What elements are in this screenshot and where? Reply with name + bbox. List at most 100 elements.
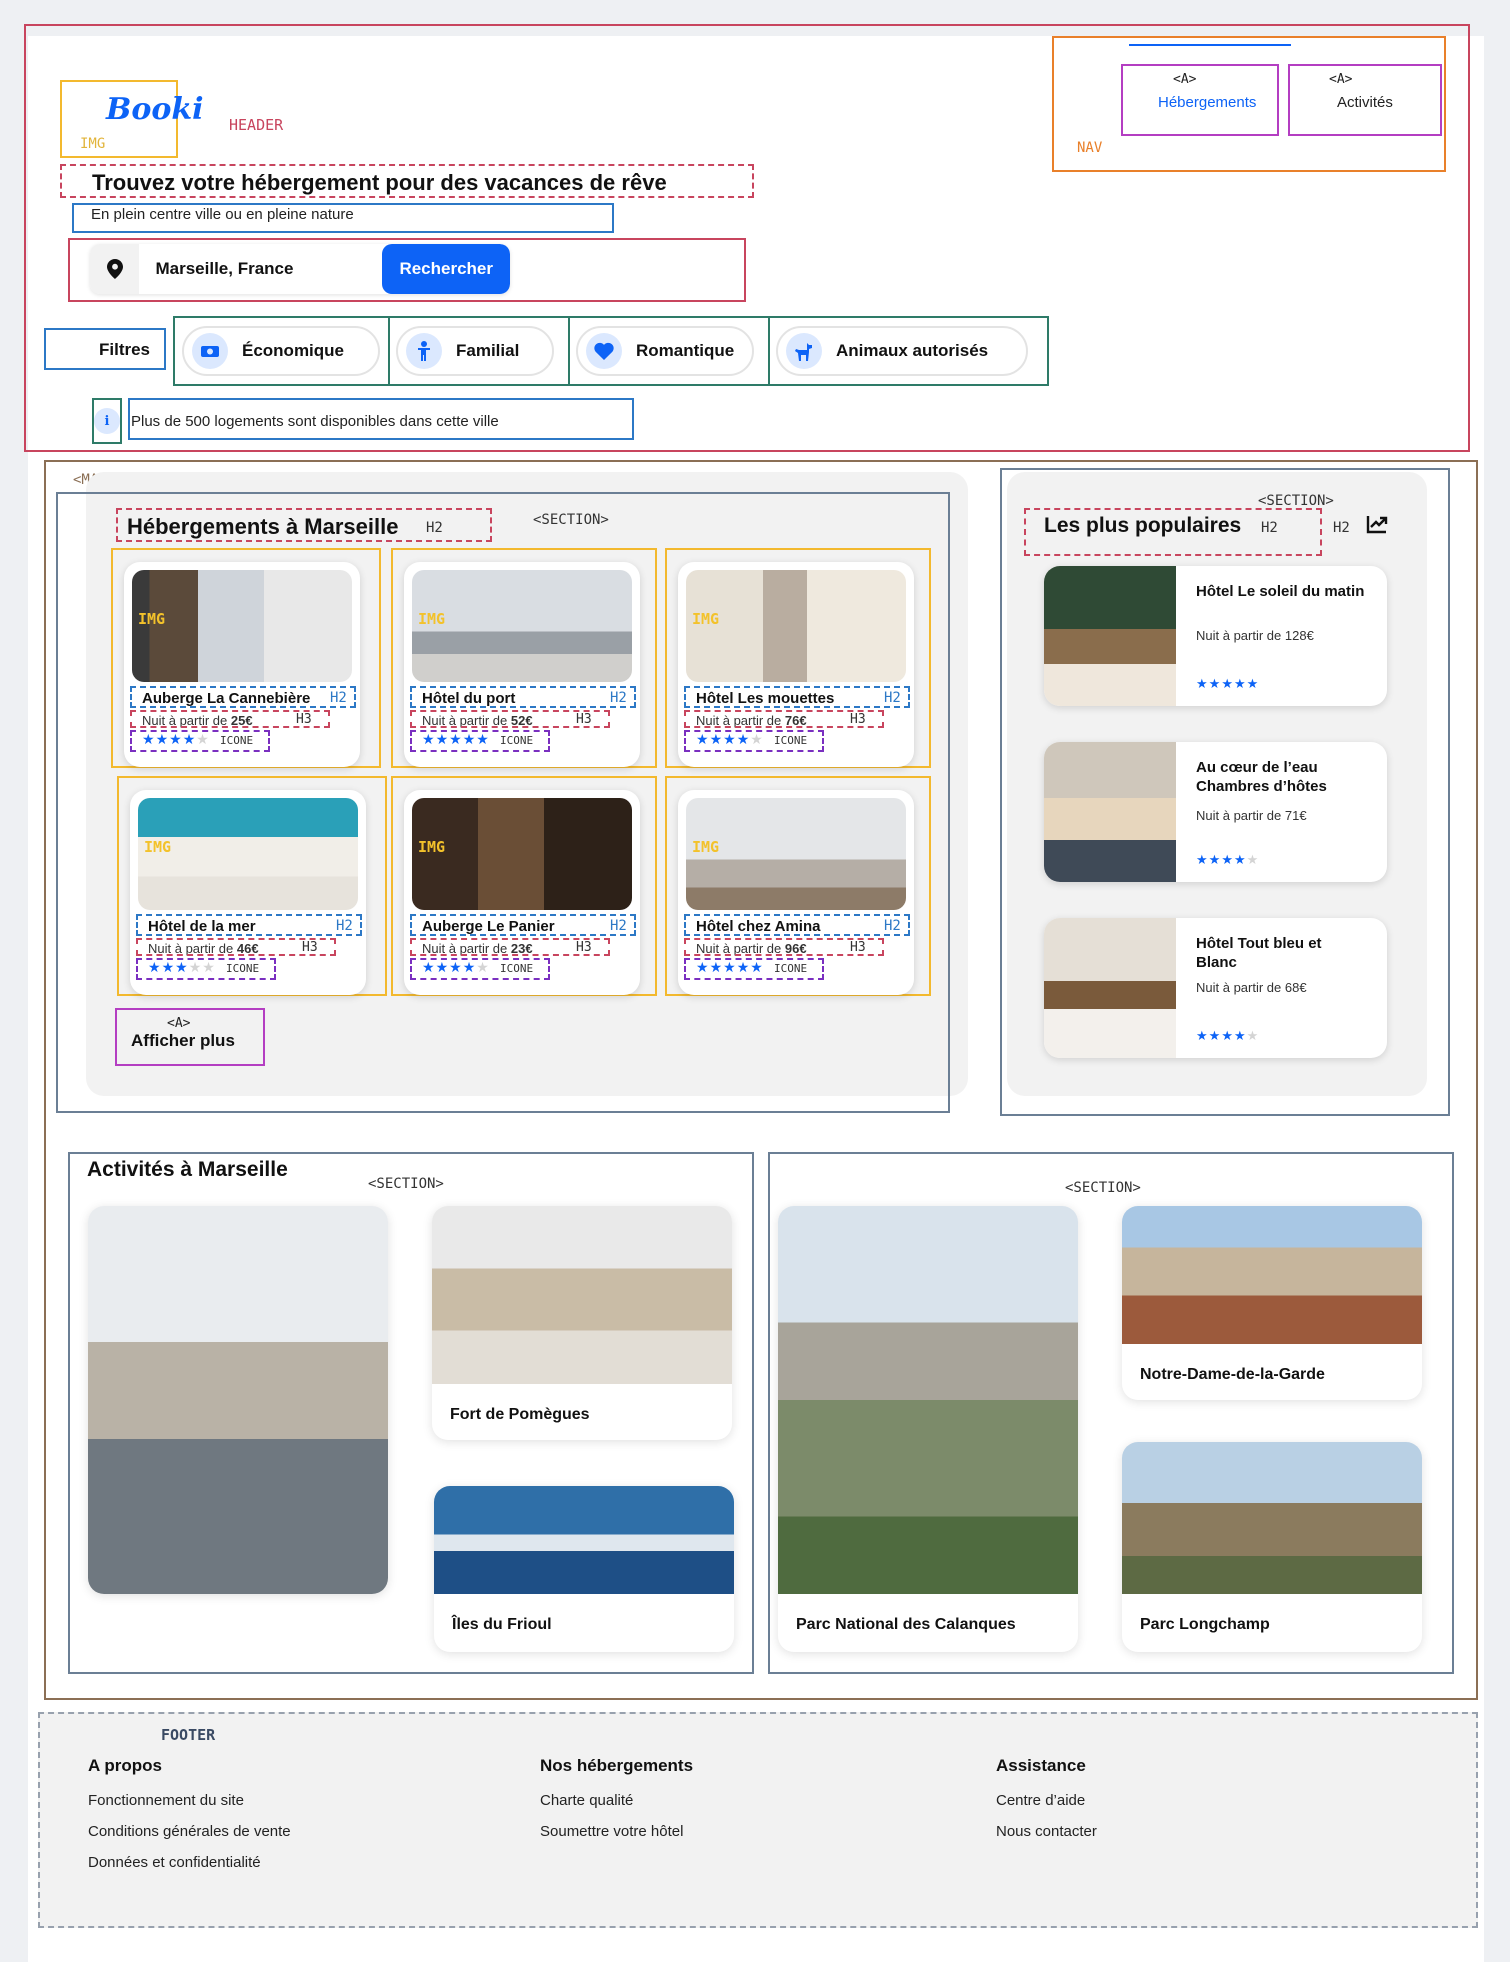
img-label: IMG [138, 610, 166, 628]
star-icon: ★ [1246, 852, 1260, 867]
star-icon: ★ [1208, 1028, 1222, 1043]
popular-photo [1044, 566, 1176, 706]
popular-h2-tag: H2 [1261, 520, 1278, 536]
rating-stars: ★★★★★ [1196, 852, 1259, 868]
footer-col-title: Nos hébergements [540, 1756, 694, 1775]
h2-tag: H2 [884, 690, 901, 706]
icone-tag: ICONE [500, 962, 534, 975]
h2-box [410, 914, 636, 936]
activity-card[interactable]: Parc Longchamp [1122, 1442, 1422, 1652]
img-label: IMG [692, 838, 720, 856]
accommodation-photo: IMG [686, 570, 906, 682]
search-input[interactable] [139, 244, 383, 294]
h2-tag: H2 [610, 918, 627, 934]
star-icon: ★ [1196, 852, 1209, 867]
icone-tag: ICONE [226, 962, 260, 975]
popular-price: Nuit à partir de 128€ [1196, 628, 1314, 643]
img-label: IMG [144, 838, 172, 856]
h3-tag: H3 [850, 712, 866, 727]
footer-link[interactable]: Centre d’aide [996, 1792, 1097, 1809]
popular-card[interactable]: Hôtel Le soleil du matin Nuit à partir de… [1044, 566, 1387, 706]
activity-photo [1122, 1442, 1422, 1594]
activity-card[interactable]: Notre-Dame-de-la-Garde [1122, 1206, 1422, 1400]
activity-card[interactable]: Îles du Frioul [434, 1486, 734, 1652]
star-icon: ★ [1196, 676, 1209, 691]
activity-name: Parc Longchamp [1140, 1616, 1270, 1633]
filter-familial[interactable]: Familial [396, 326, 554, 376]
popular-photo [1044, 742, 1176, 882]
img-label: IMG [418, 838, 446, 856]
show-more-a-tag: <A> [167, 1016, 191, 1031]
popular-card[interactable]: Au cœur de l’eau Chambres d’hôtes Nuit à … [1044, 742, 1387, 882]
page-subtitle: En plein centre ville ou en pleine natur… [91, 206, 354, 223]
accommodation-photo: IMG [138, 798, 358, 910]
nav-link-hebergements[interactable]: Hébergements [1158, 94, 1256, 111]
activity-photo [88, 1206, 388, 1594]
h2-box [684, 914, 910, 936]
footer: FOOTER A propos Fonctionnement du site C… [38, 1712, 1478, 1928]
popular-title: Les plus populaires [1044, 514, 1242, 537]
logo[interactable]: Booki [106, 92, 204, 127]
search-bar: Rechercher [90, 244, 510, 294]
activities-title: Activités à Marseille [87, 1158, 288, 1181]
footer-link[interactable]: Soumettre votre hôtel [540, 1823, 693, 1840]
h2-box [136, 914, 362, 936]
footer-col-title: Assistance [996, 1756, 1086, 1775]
icone-tag: ICONE [220, 734, 254, 747]
filter-label: Animaux autorisés [836, 341, 989, 360]
footer-link[interactable]: Fonctionnement du site [88, 1792, 291, 1809]
popular-card[interactable]: Hôtel Tout bleu et Blanc Nuit à partir de… [1044, 918, 1387, 1058]
page: HEADER Booki IMG NAV <A> <A> Hébergement… [0, 0, 1510, 1962]
footer-col-accommodations: Nos hébergements Charte qualité Soumettr… [540, 1756, 693, 1840]
activity-card[interactable]: Fort de Pomègues [432, 1206, 732, 1440]
activities-section-label-2: <SECTION> [1065, 1180, 1141, 1196]
filter-animaux[interactable]: Animaux autorisés [776, 326, 1028, 376]
h2-tag: H2 [884, 918, 901, 934]
popular-h2-tag-outer: H2 [1333, 520, 1350, 536]
activity-card[interactable]: Vieux Port [88, 1206, 388, 1594]
popular-price: Nuit à partir de 71€ [1196, 808, 1307, 823]
img-label: IMG [418, 610, 446, 628]
trending-up-icon [1366, 514, 1388, 539]
footer-link[interactable]: Conditions générales de vente [88, 1823, 291, 1840]
h2-box [410, 686, 636, 708]
icone-tag: ICONE [500, 734, 534, 747]
activity-photo [434, 1486, 734, 1594]
popular-name: Hôtel Le soleil du matin [1196, 583, 1365, 600]
nav-link-activites[interactable]: Activités [1337, 94, 1393, 111]
h3-tag: H3 [302, 940, 318, 955]
accommodation-photo: IMG [412, 798, 632, 910]
nav-a-tag-2: <A> [1329, 72, 1353, 87]
filter-economique[interactable]: Économique [182, 326, 380, 376]
footer-link[interactable]: Charte qualité [540, 1792, 693, 1809]
footer-label: FOOTER [161, 1726, 216, 1744]
accommodation-photo: IMG [412, 570, 632, 682]
activities-section-label-1: <SECTION> [368, 1176, 444, 1192]
page-title: Trouvez votre hébergement pour des vacan… [92, 170, 667, 195]
h2-tag: H2 [336, 918, 353, 934]
img-label: IMG [692, 610, 720, 628]
show-more-link[interactable]: Afficher plus [131, 1031, 235, 1051]
h3-tag: H3 [296, 712, 312, 727]
activity-card[interactable]: Parc National des Calanques [778, 1206, 1078, 1652]
rating-stars: ★★★★★ [1196, 676, 1259, 692]
accommodations-title: Hébergements à Marseille [127, 514, 399, 539]
star-icon: ★ [1221, 1028, 1234, 1043]
info-icon: i [94, 408, 120, 434]
star-icon: ★ [1246, 1028, 1260, 1043]
filter-label: Économique [242, 341, 345, 360]
star-icon: ★ [1233, 676, 1247, 691]
money-icon [192, 333, 228, 369]
footer-link[interactable]: Nous contacter [996, 1823, 1097, 1840]
footer-link[interactable]: Données et confidentialité [88, 1854, 291, 1871]
search-button[interactable]: Rechercher [382, 244, 510, 294]
filters-divider-2 [568, 316, 570, 386]
star-icon: ★ [1246, 676, 1260, 691]
info-text: Plus de 500 logements sont disponibles d… [131, 413, 499, 430]
filters-label: Filtres [99, 340, 151, 359]
popular-photo [1044, 918, 1176, 1058]
accommodation-photo: IMG [686, 798, 906, 910]
filter-romantique[interactable]: Romantique [576, 326, 754, 376]
activity-name: Parc National des Calanques [796, 1616, 1016, 1633]
dog-icon [786, 333, 822, 369]
